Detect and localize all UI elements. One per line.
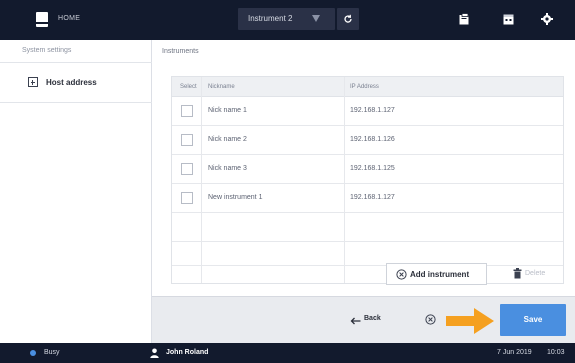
arrow-left-icon (350, 317, 361, 325)
add-instrument-label: Add instrument (410, 270, 470, 279)
ip-address-cell: 192.168.1.127 (350, 194, 395, 201)
table-row[interactable] (172, 213, 563, 242)
status-bar: Busy John Roland 7 Jun 2019 10:03 (0, 343, 575, 363)
action-bar: Back Save (152, 296, 575, 343)
delete-button[interactable]: Delete (508, 263, 568, 285)
date-text: 7 Jun 2019 (497, 349, 532, 356)
table-row[interactable] (172, 242, 563, 266)
calendar-icon[interactable] (503, 13, 514, 25)
select-checkbox[interactable] (181, 134, 193, 146)
filter-icon (312, 15, 320, 22)
sidebar: System settings Host address (0, 40, 152, 343)
add-circle-icon (396, 269, 407, 280)
column-header-ip-address: IP Address (350, 84, 379, 90)
settings-icon[interactable] (541, 13, 553, 25)
back-label: Back (364, 315, 381, 322)
instrument-select[interactable]: Instrument 2 (238, 8, 335, 30)
section-title: Instruments (162, 48, 199, 55)
ip-address-cell: 192.168.1.127 (350, 107, 395, 114)
plus-box-icon (28, 77, 38, 87)
table-row[interactable]: New instrument 1 192.168.1.127 (172, 184, 563, 213)
save-button[interactable]: Save (500, 304, 566, 336)
refresh-button[interactable] (337, 8, 359, 30)
back-button[interactable]: Back (350, 314, 390, 328)
select-checkbox[interactable] (181, 192, 193, 204)
clipboard-icon[interactable] (459, 13, 470, 25)
user-icon (150, 348, 159, 358)
top-bar: HOME Instrument 2 (0, 0, 575, 40)
column-header-select: Select (180, 84, 197, 90)
select-checkbox[interactable] (181, 163, 193, 175)
nickname-cell: Nick name 2 (208, 136, 247, 143)
user-name[interactable]: John Roland (166, 349, 208, 356)
add-instrument-button[interactable]: Add instrument (386, 263, 487, 285)
table-header: Select Nickname IP Address (172, 77, 563, 97)
instrument-select-value: Instrument 2 (248, 14, 293, 23)
main-panel: Instruments Select Nickname IP Address N… (152, 40, 575, 296)
close-circle-icon[interactable] (425, 314, 436, 325)
column-header-nickname: Nickname (208, 84, 235, 90)
sidebar-title: System settings (22, 47, 72, 54)
ip-address-cell: 192.168.1.126 (350, 136, 395, 143)
status-text: Busy (44, 349, 60, 356)
trash-icon (513, 268, 522, 279)
refresh-icon (344, 14, 352, 23)
sidebar-item-label: Host address (46, 78, 97, 87)
save-label: Save (523, 315, 543, 324)
home-label[interactable]: HOME (58, 15, 80, 22)
nickname-cell: Nick name 3 (208, 165, 247, 172)
table-row[interactable]: Nick name 3 192.168.1.125 (172, 155, 563, 184)
sidebar-item-host-address[interactable]: Host address (0, 72, 152, 94)
time-text: 10:03 (547, 349, 565, 356)
highlight-arrow-icon (446, 308, 494, 334)
divider (0, 102, 152, 103)
delete-label: Delete (525, 270, 546, 277)
ip-address-cell: 192.168.1.125 (350, 165, 395, 172)
table-row[interactable]: Nick name 1 192.168.1.127 (172, 97, 563, 126)
home-icon[interactable] (36, 12, 48, 27)
nickname-cell: Nick name 1 (208, 107, 247, 114)
nickname-cell: New instrument 1 (208, 194, 263, 201)
divider (0, 62, 152, 63)
instruments-table: Select Nickname IP Address Nick name 1 1… (171, 76, 564, 284)
status-indicator-icon (30, 350, 36, 356)
table-row[interactable]: Nick name 2 192.168.1.126 (172, 126, 563, 155)
select-checkbox[interactable] (181, 105, 193, 117)
